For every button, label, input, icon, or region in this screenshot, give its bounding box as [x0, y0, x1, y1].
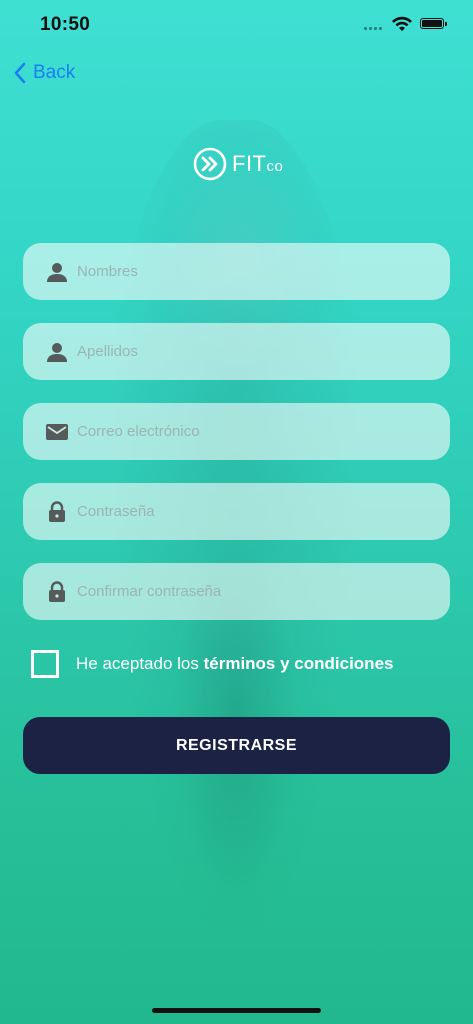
terms-prefix: He aceptado los — [76, 654, 204, 673]
email-input[interactable] — [75, 422, 409, 441]
register-button[interactable]: REGISTRARSE — [23, 717, 450, 774]
logo-suffix: co — [266, 158, 284, 175]
logo-main: FIT — [232, 151, 267, 176]
first-name-field[interactable] — [23, 243, 450, 300]
email-field[interactable] — [23, 403, 450, 460]
logo-text: FITco — [232, 151, 283, 177]
fitco-logo: FITco — [193, 147, 283, 181]
fast-forward-icon — [193, 147, 227, 181]
battery-icon — [420, 18, 447, 29]
person-icon — [45, 260, 69, 284]
status-bar: 10:50 — [0, 0, 473, 50]
confirm-password-field[interactable] — [23, 563, 450, 620]
terms-link[interactable]: términos y condiciones — [204, 654, 394, 673]
terms-checkbox[interactable] — [31, 650, 59, 678]
status-time: 10:50 — [40, 14, 91, 35]
back-label: Back — [33, 62, 76, 83]
envelope-icon — [45, 420, 69, 444]
chevron-left-icon — [14, 62, 26, 84]
person-icon — [45, 340, 69, 364]
home-indicator — [152, 1008, 321, 1013]
last-name-field[interactable] — [23, 323, 450, 380]
terms-text: He aceptado los términos y condiciones — [76, 654, 393, 674]
cellular-signal-icon — [364, 27, 382, 30]
first-name-input[interactable] — [75, 262, 409, 281]
back-button[interactable]: Back — [13, 62, 75, 84]
lock-icon — [45, 500, 69, 524]
terms-row: He aceptado los términos y condiciones — [31, 650, 393, 678]
wifi-icon — [392, 16, 412, 31]
password-field[interactable] — [23, 483, 450, 540]
lock-icon — [45, 580, 69, 604]
password-input[interactable] — [75, 502, 409, 521]
last-name-input[interactable] — [75, 342, 409, 361]
confirm-password-input[interactable] — [75, 582, 409, 601]
